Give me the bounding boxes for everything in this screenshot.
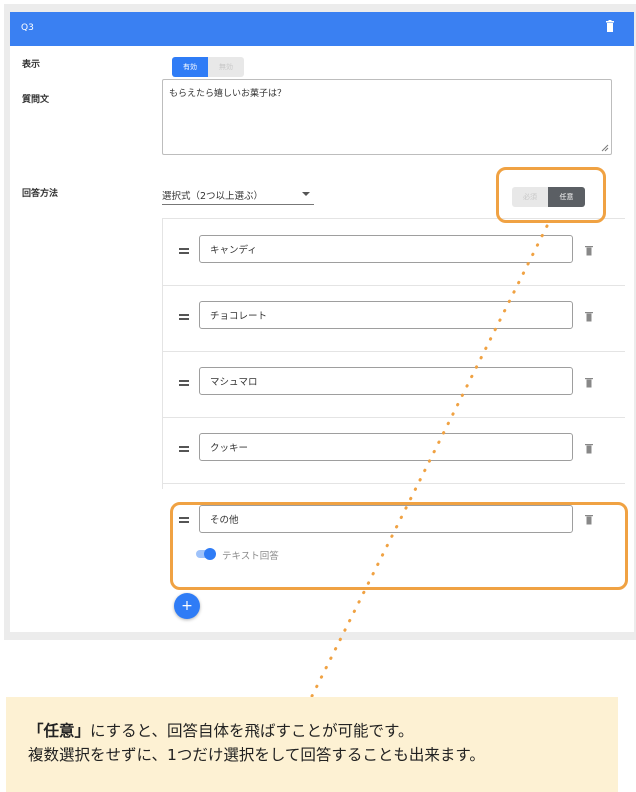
- callout-emphasis: 「任意」: [28, 722, 91, 740]
- callout-line-1-text: にすると、回答自体を飛ばすことが可能です。: [90, 722, 414, 740]
- callout-box: 「任意」にすると、回答自体を飛ばすことが可能です。 複数選択をせずに、1つだけ選…: [6, 697, 618, 792]
- dotted-connector: [310, 224, 549, 698]
- callout-line-2: 複数選択をせずに、1つだけ選択をして回答することも出来ます。: [28, 746, 485, 764]
- callout-line-1: 「任意」にすると、回答自体を飛ばすことが可能です。: [28, 719, 414, 741]
